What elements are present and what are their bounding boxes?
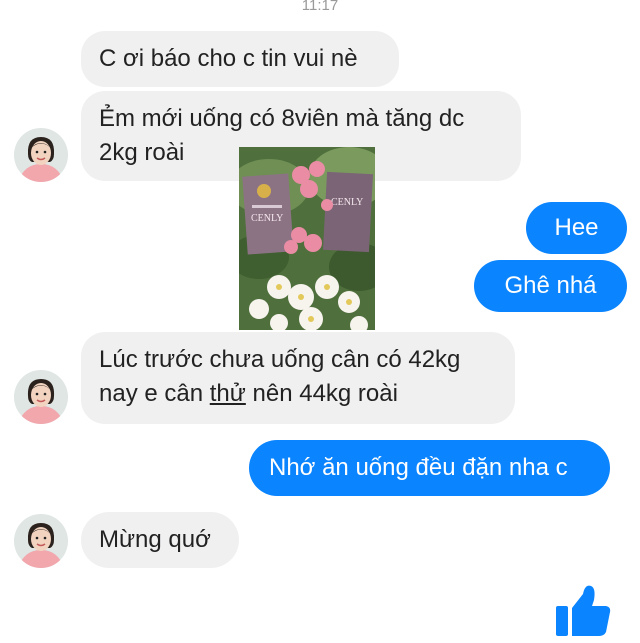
message-text: C ơi báo cho c tin vui nè — [99, 45, 358, 72]
contact-avatar[interactable] — [14, 128, 68, 182]
message-text: nay e cân thử nên 44kg roài — [99, 377, 497, 411]
thumbs-up-icon[interactable] — [554, 580, 612, 638]
message-text: Hee — [554, 214, 599, 241]
contact-avatar[interactable] — [14, 370, 68, 424]
message-text: Lúc trước chưa uống cân có 42kg — [99, 346, 461, 373]
message-text: Mừng quớ — [99, 526, 211, 553]
product-label: CENLY — [251, 213, 283, 224]
message-bubble-incoming[interactable]: Mừng quớ — [81, 512, 239, 568]
message-text-part: nên 44kg roài — [245, 380, 398, 407]
product-label: CENLY — [331, 197, 363, 208]
message-text: Nhớ ăn uống đều đặn nha c — [269, 454, 568, 481]
message-bubble-outgoing[interactable]: Hee — [526, 202, 627, 254]
message-text-part: nay e cân — [99, 380, 210, 407]
product-photo[interactable]: CENLY CENLY — [239, 147, 375, 330]
message-text: Ẻm mới uống có 8viên mà tăng dc — [99, 105, 465, 132]
message-timestamp: 11:17 — [301, 0, 339, 14]
message-bubble-outgoing[interactable]: Nhớ ăn uống đều đặn nha c — [249, 440, 610, 496]
message-text: Ghê nhá — [504, 272, 597, 299]
message-bubble-incoming[interactable]: C ơi báo cho c tin vui nè — [81, 31, 399, 87]
message-bubble-incoming[interactable]: Lúc trước chưa uống cân có 42kg nay e câ… — [81, 332, 515, 424]
contact-avatar[interactable] — [14, 514, 68, 568]
message-bubble-outgoing[interactable]: Ghê nhá — [474, 260, 627, 312]
underlined-word: thử — [209, 380, 246, 407]
